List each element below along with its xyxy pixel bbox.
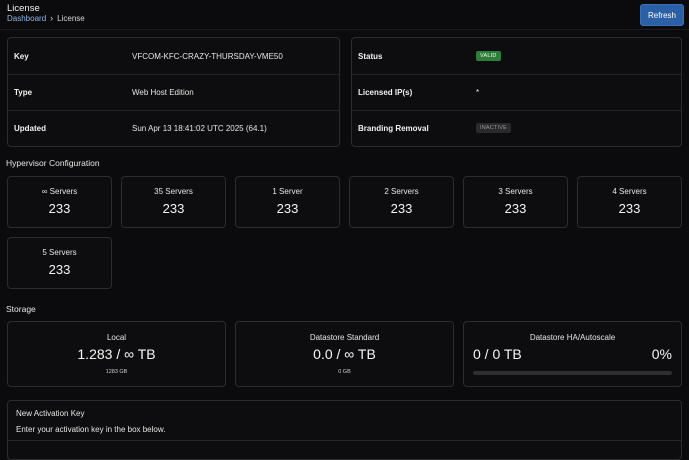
hypervisor-card: 3 Servers 233 bbox=[463, 176, 568, 228]
license-updated-label: Updated bbox=[14, 123, 46, 133]
activation-key-card: New Activation Key Enter your activation… bbox=[7, 400, 682, 460]
hypervisor-label: 5 Servers bbox=[42, 248, 77, 257]
chevron-right-icon: › bbox=[50, 13, 54, 23]
storage-ha-value: 0 / 0 TB bbox=[473, 346, 522, 362]
storage-standard-sub: 0 GB bbox=[338, 369, 351, 375]
storage-local-title: Local bbox=[106, 333, 127, 342]
refresh-button[interactable]: Refresh bbox=[640, 4, 684, 26]
status-label: Status bbox=[358, 51, 383, 61]
storage-standard-value: 0.0 / ∞ TB bbox=[313, 346, 376, 362]
hypervisor-count: 233 bbox=[390, 201, 413, 216]
hypervisor-count: 233 bbox=[48, 201, 71, 216]
status-row: Status VALID bbox=[352, 38, 681, 74]
header-divider bbox=[0, 29, 689, 30]
status-badge: VALID bbox=[476, 51, 501, 61]
branding-removal-row: Branding Removal INACTIVE bbox=[352, 110, 681, 146]
license-row-key: Key VFCOM-KFC-CRAZY-THURSDAY-VME50 bbox=[8, 38, 339, 74]
hypervisor-count: 233 bbox=[504, 201, 527, 216]
license-type-label: Type bbox=[14, 87, 33, 97]
page-title: License bbox=[7, 3, 40, 14]
activation-divider bbox=[8, 440, 681, 441]
hypervisor-label: ∞ Servers bbox=[41, 187, 78, 196]
hypervisor-count: 233 bbox=[276, 201, 299, 216]
license-type-value: Web Host Edition bbox=[132, 87, 194, 97]
storage-datastore-standard-card: Datastore Standard 0.0 / ∞ TB 0 GB bbox=[235, 321, 454, 387]
licensed-ips-row: Licensed IP(s) * bbox=[352, 74, 681, 110]
activation-key-description: Enter your activation key in the box bel… bbox=[16, 425, 166, 434]
hypervisor-label: 35 Servers bbox=[154, 187, 193, 196]
breadcrumb-dashboard-link[interactable]: Dashboard bbox=[7, 14, 46, 23]
storage-local-card: Local 1.283 / ∞ TB 1283 GB bbox=[7, 321, 226, 387]
hypervisor-card: 5 Servers 233 bbox=[7, 237, 112, 289]
storage-local-value: 1.283 / ∞ TB bbox=[77, 346, 156, 362]
storage-ha-title: Datastore HA/Autoscale bbox=[529, 333, 616, 342]
hypervisor-card: 1 Server 233 bbox=[235, 176, 340, 228]
licensed-ips-value: * bbox=[476, 87, 480, 97]
hypervisor-label: 2 Servers bbox=[384, 187, 419, 196]
branding-removal-label: Branding Removal bbox=[358, 123, 429, 133]
hypervisor-label: 3 Servers bbox=[498, 187, 533, 196]
storage-datastore-ha-card: Datastore HA/Autoscale 0 / 0 TB 0% bbox=[463, 321, 682, 387]
branding-removal-badge: INACTIVE bbox=[476, 123, 511, 133]
license-key-value: VFCOM-KFC-CRAZY-THURSDAY-VME50 bbox=[132, 51, 283, 61]
hypervisor-card: 35 Servers 233 bbox=[121, 176, 226, 228]
hypervisor-label: 4 Servers bbox=[612, 187, 647, 196]
license-row-type: Type Web Host Edition bbox=[8, 74, 339, 110]
hypervisor-card: 4 Servers 233 bbox=[577, 176, 682, 228]
hypervisor-card: ∞ Servers 233 bbox=[7, 176, 112, 228]
storage-local-sub: 1283 GB bbox=[105, 369, 128, 375]
storage-ha-progress-bar bbox=[473, 371, 672, 375]
activation-key-title: New Activation Key bbox=[16, 409, 85, 418]
license-details-card: Key VFCOM-KFC-CRAZY-THURSDAY-VME50 Type … bbox=[7, 37, 340, 147]
hypervisor-card: 2 Servers 233 bbox=[349, 176, 454, 228]
hypervisor-count: 233 bbox=[162, 201, 185, 216]
licensed-ips-label: Licensed IP(s) bbox=[358, 87, 413, 97]
license-key-label: Key bbox=[14, 51, 29, 61]
license-row-updated: Updated Sun Apr 13 18:41:02 UTC 2025 (64… bbox=[8, 110, 339, 146]
license-status-card: Status VALID Licensed IP(s) * Branding R… bbox=[351, 37, 682, 147]
hypervisor-count: 233 bbox=[48, 262, 71, 277]
storage-standard-title: Datastore Standard bbox=[309, 333, 380, 342]
hypervisor-count: 233 bbox=[618, 201, 641, 216]
hypervisor-label: 1 Server bbox=[272, 187, 303, 196]
storage-section-title: Storage bbox=[6, 304, 36, 314]
breadcrumb: Dashboard › License bbox=[7, 13, 85, 24]
hypervisor-section-title: Hypervisor Configuration bbox=[6, 158, 100, 168]
license-updated-value: Sun Apr 13 18:41:02 UTC 2025 (64.1) bbox=[132, 123, 267, 133]
storage-ha-percent: 0% bbox=[651, 346, 672, 362]
breadcrumb-current: License bbox=[57, 14, 85, 23]
